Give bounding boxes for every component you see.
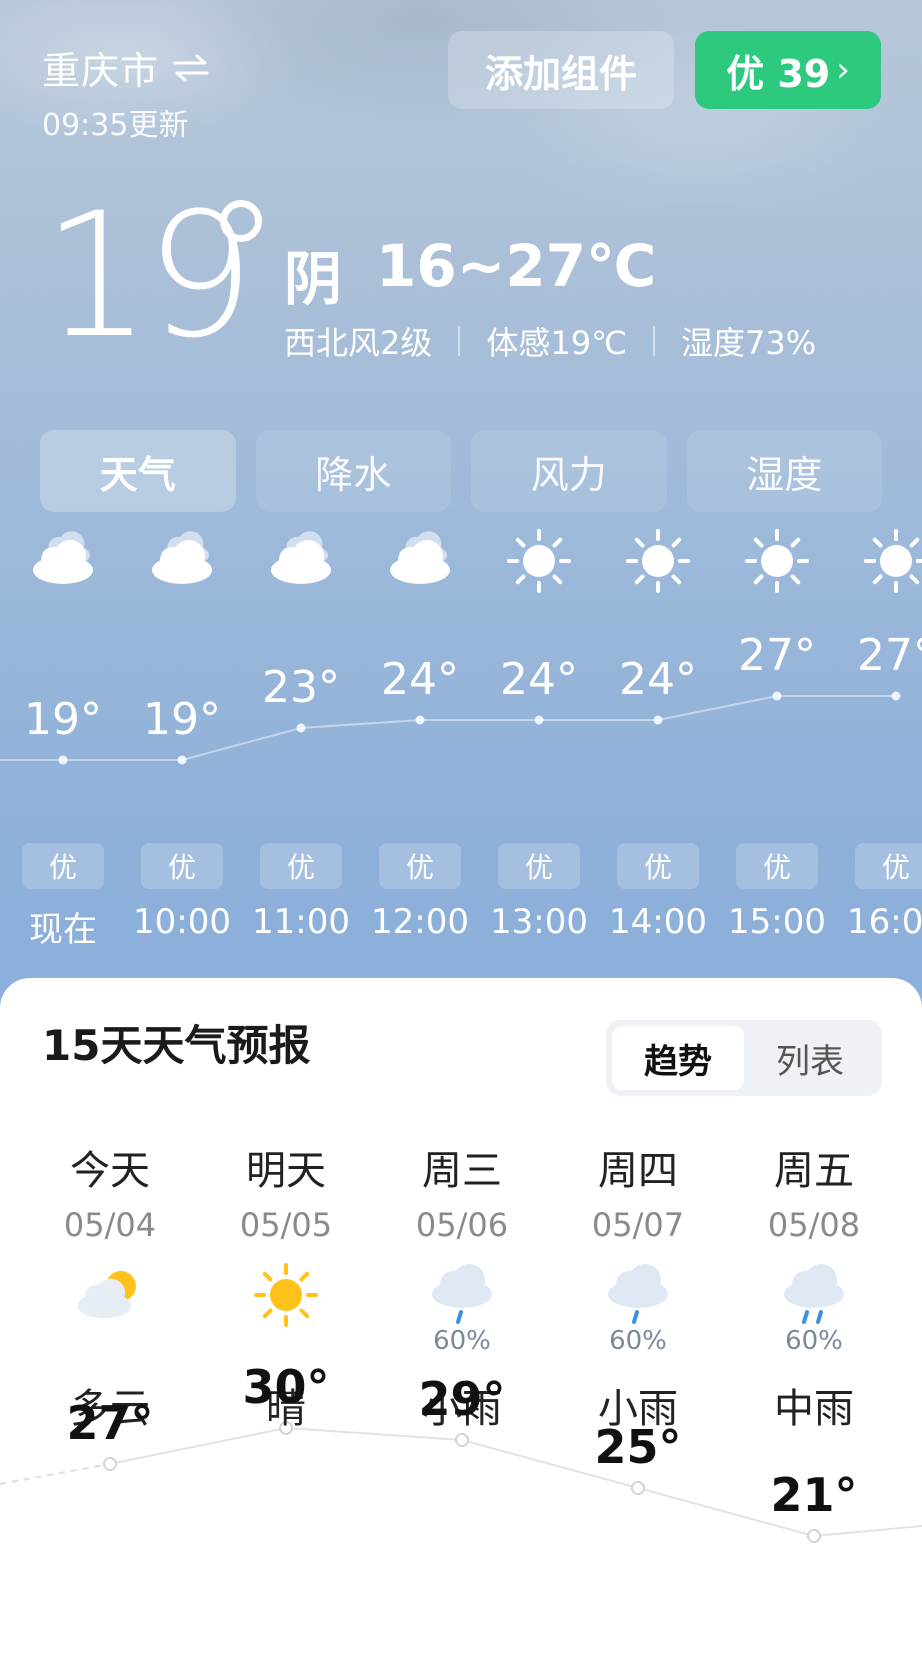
aqi-label: 优 39 (726, 51, 831, 96)
hourly-item[interactable]: 24° 优 12:00 (357, 531, 483, 950)
hourly-item[interactable]: 24° 优 13:00 (476, 529, 602, 950)
sun-icon (507, 529, 571, 593)
hourly-aqi-badge: 优 (260, 843, 342, 889)
hourly-item[interactable]: 19° 优 10:00 (119, 531, 245, 950)
current-temperature: 19 (42, 190, 262, 362)
daily-forecast[interactable]: 今天 05/04 多云 27° 明天 05/05 晴 30° 周三 05/06 60% 小雨 29°… (0, 978, 922, 1678)
current-condition: 阴 16~27℃ (284, 232, 656, 316)
sun-icon (254, 1263, 318, 1327)
day-high-temp: 29° (418, 1372, 506, 1426)
hourly-aqi-badge: 优 (379, 843, 461, 889)
cloud-icon (152, 531, 212, 584)
day-high-temp: 25° (594, 1420, 682, 1474)
tab-humidity[interactable]: 湿度 (686, 430, 882, 512)
day-high-temp: 27° (66, 1396, 154, 1450)
day-high-temp: 21° (770, 1468, 858, 1522)
sun-icon (864, 529, 922, 593)
cloud-icon (390, 531, 450, 584)
hourly-time: 15:00 (728, 902, 826, 942)
day-date: 05/06 (415, 1206, 509, 1244)
hourly-item[interactable]: 27° 优 16:00 (833, 529, 922, 950)
day-name: 周三 (422, 1148, 502, 1194)
divider (653, 326, 656, 356)
hourly-aqi-badge: 优 (736, 843, 818, 889)
hourly-temp: 24° (619, 654, 697, 705)
tab-precipitation[interactable]: 降水 (255, 430, 451, 512)
hourly-forecast[interactable]: 19° 优现在 19° 优 10:00 23° 优 11:00 24° 优 12:00 24° 优… (0, 529, 922, 950)
hourly-temp: 19° (24, 694, 102, 745)
hourly-item[interactable]: 23° 优 11:00 (238, 531, 364, 950)
hourly-temp: 27° (857, 630, 922, 681)
partly-cloudy-icon (77, 1271, 136, 1319)
sun-icon (745, 529, 809, 593)
hourly-temp: 24° (381, 654, 459, 705)
tab-wind[interactable]: 风力 (471, 430, 667, 512)
wind-info: 西北风2级 (284, 324, 433, 362)
hourly-temp: 23° (262, 662, 340, 713)
hourly-time: 11:00 (252, 902, 350, 942)
chevron-right-icon: › (836, 50, 850, 90)
hourly-temp: 27° (738, 630, 816, 681)
hourly-item[interactable]: 24° 优 14:00 (595, 529, 721, 950)
hourly-temp: 24° (500, 654, 578, 705)
day-date: 05/04 (63, 1206, 157, 1244)
hourly-time: 10:00 (133, 902, 231, 942)
cloud-icon (271, 531, 331, 584)
precip-chance: 60% (433, 1326, 491, 1356)
daily-item[interactable]: 周五 05/08 60% 中雨 21° (726, 978, 902, 1678)
feels-like-info: 体感19℃ (486, 324, 628, 362)
daily-item[interactable]: 今天 05/04 多云 27° (22, 978, 198, 1678)
light-rain-icon (608, 1264, 668, 1324)
sun-icon (626, 529, 690, 593)
day-name: 周五 (774, 1148, 854, 1194)
daily-item[interactable]: 周四 05/07 60% 小雨 25° (550, 978, 726, 1678)
current-details: 西北风2级 体感19℃ 湿度73% (284, 318, 816, 364)
hourly-aqi-badge: 优 (141, 843, 223, 889)
cloud-icon (33, 531, 93, 584)
hourly-aqi-badge: 优 (617, 843, 699, 889)
hourly-time: 14:00 (609, 902, 707, 942)
hourly-time: 12:00 (371, 902, 469, 942)
precip-chance: 60% (785, 1326, 843, 1356)
hourly-item[interactable]: 19° 优现在 (0, 531, 126, 950)
hourly-temp: 19° (143, 694, 221, 745)
day-date: 05/05 (239, 1206, 333, 1244)
degree-icon (220, 200, 262, 242)
temp-range: 16~27℃ (376, 232, 657, 300)
day-name: 周四 (598, 1148, 678, 1194)
condition-text: 阴 (284, 245, 343, 313)
hourly-aqi-badge: 优 (855, 843, 922, 889)
hourly-aqi-badge: 优 (498, 843, 580, 889)
day-date: 05/07 (591, 1206, 685, 1244)
day-date: 05/08 (767, 1206, 861, 1244)
add-widget-button[interactable]: 添加组件 (448, 31, 674, 109)
hourly-item[interactable]: 27° 优 15:00 (714, 529, 840, 950)
daily-item[interactable]: 周三 05/06 60% 小雨 29° (374, 978, 550, 1678)
hourly-time: 13:00 (490, 902, 588, 942)
update-time: 09:35更新 (42, 108, 189, 143)
precip-chance: 60% (609, 1326, 667, 1356)
city-selector[interactable]: 重庆市 (42, 40, 209, 95)
daily-item[interactable]: 明天 05/05 晴 30° (198, 978, 374, 1678)
hourly-time: 16:00 (847, 902, 922, 942)
aqi-button[interactable]: 优 39 › (695, 31, 881, 109)
humidity-info: 湿度73% (681, 324, 817, 362)
day-name: 明天 (246, 1148, 326, 1194)
city-name: 重庆市 (42, 49, 160, 93)
metric-tabs: 天气 降水 风力 湿度 (40, 430, 882, 512)
tab-weather[interactable]: 天气 (40, 430, 236, 512)
hourly-aqi-badge: 优 (22, 843, 104, 889)
day-high-temp: 30° (242, 1360, 330, 1414)
day-condition: 中雨 (774, 1386, 854, 1432)
day-name: 今天 (70, 1148, 150, 1194)
light-rain-icon (432, 1264, 492, 1324)
divider (458, 326, 461, 356)
swap-icon (173, 54, 209, 81)
forecast-card: 15天天气预报 趋势 列表 今天 05/04 多云 27° 明天 05/05 晴 30° 周三… (0, 978, 922, 1678)
hourly-time: 现在 (29, 910, 97, 950)
moderate-rain-icon (784, 1264, 844, 1324)
